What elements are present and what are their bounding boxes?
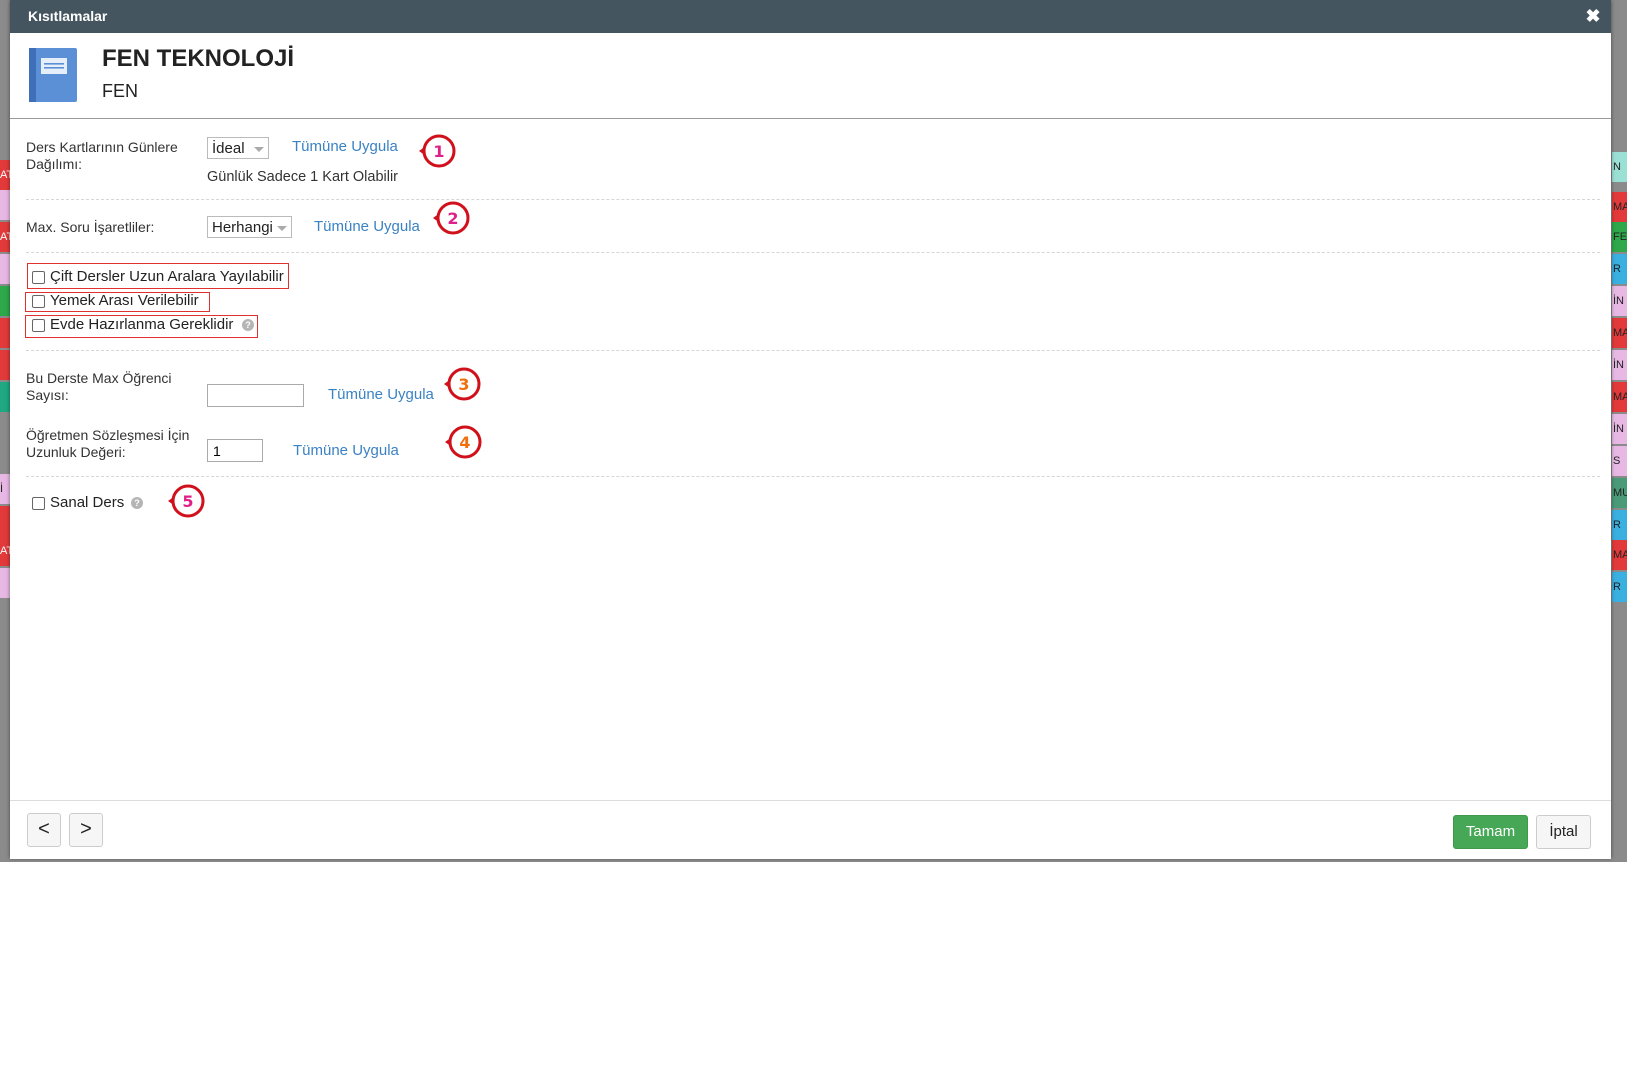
bg-cell: N	[1612, 152, 1627, 182]
help-icon[interactable]: ?	[242, 319, 254, 331]
bg-cell: MA	[1612, 540, 1627, 570]
bg-cell: R	[1612, 572, 1627, 602]
annotation-number: 1	[433, 142, 444, 161]
spread-double-lessons-checkbox[interactable]	[32, 271, 45, 284]
bg-cell: FE	[1612, 222, 1627, 252]
lunch-break-label: Yemek Arası Verilebilir	[50, 292, 199, 309]
dialog-title: Kısıtlamalar	[28, 8, 108, 24]
distribution-selected: İdeal	[212, 140, 245, 157]
bg-cell: S	[1612, 446, 1627, 476]
dialog-header: FEN TEKNOLOJİ FEN	[10, 33, 1611, 119]
bg-cell: MA	[1612, 192, 1627, 222]
annotation-number: 2	[447, 209, 458, 228]
annotation-number: 4	[459, 433, 470, 452]
bg-cell: MA	[1612, 382, 1627, 412]
annotation-badge-5: 5	[168, 484, 205, 518]
annotation-badge-3: 3	[444, 367, 481, 401]
dialog-footer: < > Tamam İptal	[10, 800, 1611, 859]
max-question-select[interactable]: Herhangi	[207, 216, 292, 238]
bg-cell: İN	[1612, 286, 1627, 316]
virtual-lesson-label: Sanal Ders	[50, 494, 125, 511]
bg-cell: MU	[1612, 478, 1627, 508]
contract-length-apply-all-link[interactable]: Tümüne Uygula	[293, 442, 399, 459]
close-icon[interactable]: ✖	[1583, 6, 1603, 26]
distribution-apply-all-link[interactable]: Tümüne Uygula	[292, 138, 398, 155]
divider	[26, 199, 1600, 200]
divider	[26, 476, 1600, 477]
bg-cell: R	[1612, 510, 1627, 540]
annotation-number: 3	[458, 375, 469, 394]
contract-length-label: Öğretmen Sözleşmesi İçin Uzunluk Değeri:	[26, 427, 190, 460]
lunch-break-checkbox[interactable]	[32, 295, 45, 308]
max-students-input[interactable]	[207, 384, 304, 407]
home-prep-checkbox[interactable]	[32, 319, 45, 332]
spread-double-lessons-label: Çift Dersler Uzun Aralara Yayılabilir	[50, 268, 284, 285]
ok-button[interactable]: Tamam	[1453, 815, 1528, 849]
max-question-selected: Herhangi	[212, 219, 273, 236]
course-name: FEN TEKNOLOJİ	[102, 45, 295, 72]
max-students-label: Bu Derste Max Öğrenci Sayısı:	[26, 370, 172, 403]
annotation-badge-4: 4	[445, 425, 482, 459]
max-question-label: Max. Soru İşaretliler:	[26, 219, 155, 235]
book-icon	[29, 48, 77, 102]
bg-cell: İN	[1612, 414, 1627, 444]
bg-cell: İN	[1612, 350, 1627, 380]
distribution-select[interactable]: İdeal	[207, 137, 269, 159]
annotation-number: 5	[182, 492, 193, 511]
cancel-button[interactable]: İptal	[1536, 815, 1591, 849]
divider	[26, 252, 1600, 253]
constraints-dialog: Kısıtlamalar ✖ FEN TEKNOLOJİ FEN Ders Ka…	[10, 0, 1611, 859]
dialog-titlebar: Kısıtlamalar ✖	[10, 0, 1611, 33]
chevron-down-icon	[277, 226, 287, 231]
annotation-badge-1: 1	[419, 134, 456, 168]
max-students-apply-all-link[interactable]: Tümüne Uygula	[328, 386, 434, 403]
home-prep-label: Evde Hazırlanma Gereklidir	[50, 316, 234, 333]
chevron-down-icon	[254, 147, 264, 152]
course-code: FEN	[102, 81, 138, 101]
virtual-lesson-checkbox[interactable]	[32, 497, 45, 510]
next-button[interactable]: >	[69, 813, 103, 847]
distribution-hint: Günlük Sadece 1 Kart Olabilir	[207, 169, 399, 185]
bg-cell: MA	[1612, 318, 1627, 348]
max-question-apply-all-link[interactable]: Tümüne Uygula	[314, 218, 420, 235]
annotation-badge-2: 2	[433, 201, 470, 235]
bg-cell: R	[1612, 254, 1627, 284]
divider	[26, 350, 1600, 351]
previous-button[interactable]: <	[27, 813, 61, 847]
help-icon[interactable]: ?	[131, 497, 143, 509]
contract-length-input[interactable]	[207, 439, 263, 462]
distribution-label: Ders Kartlarının Günlere Dağılımı:	[26, 139, 178, 172]
